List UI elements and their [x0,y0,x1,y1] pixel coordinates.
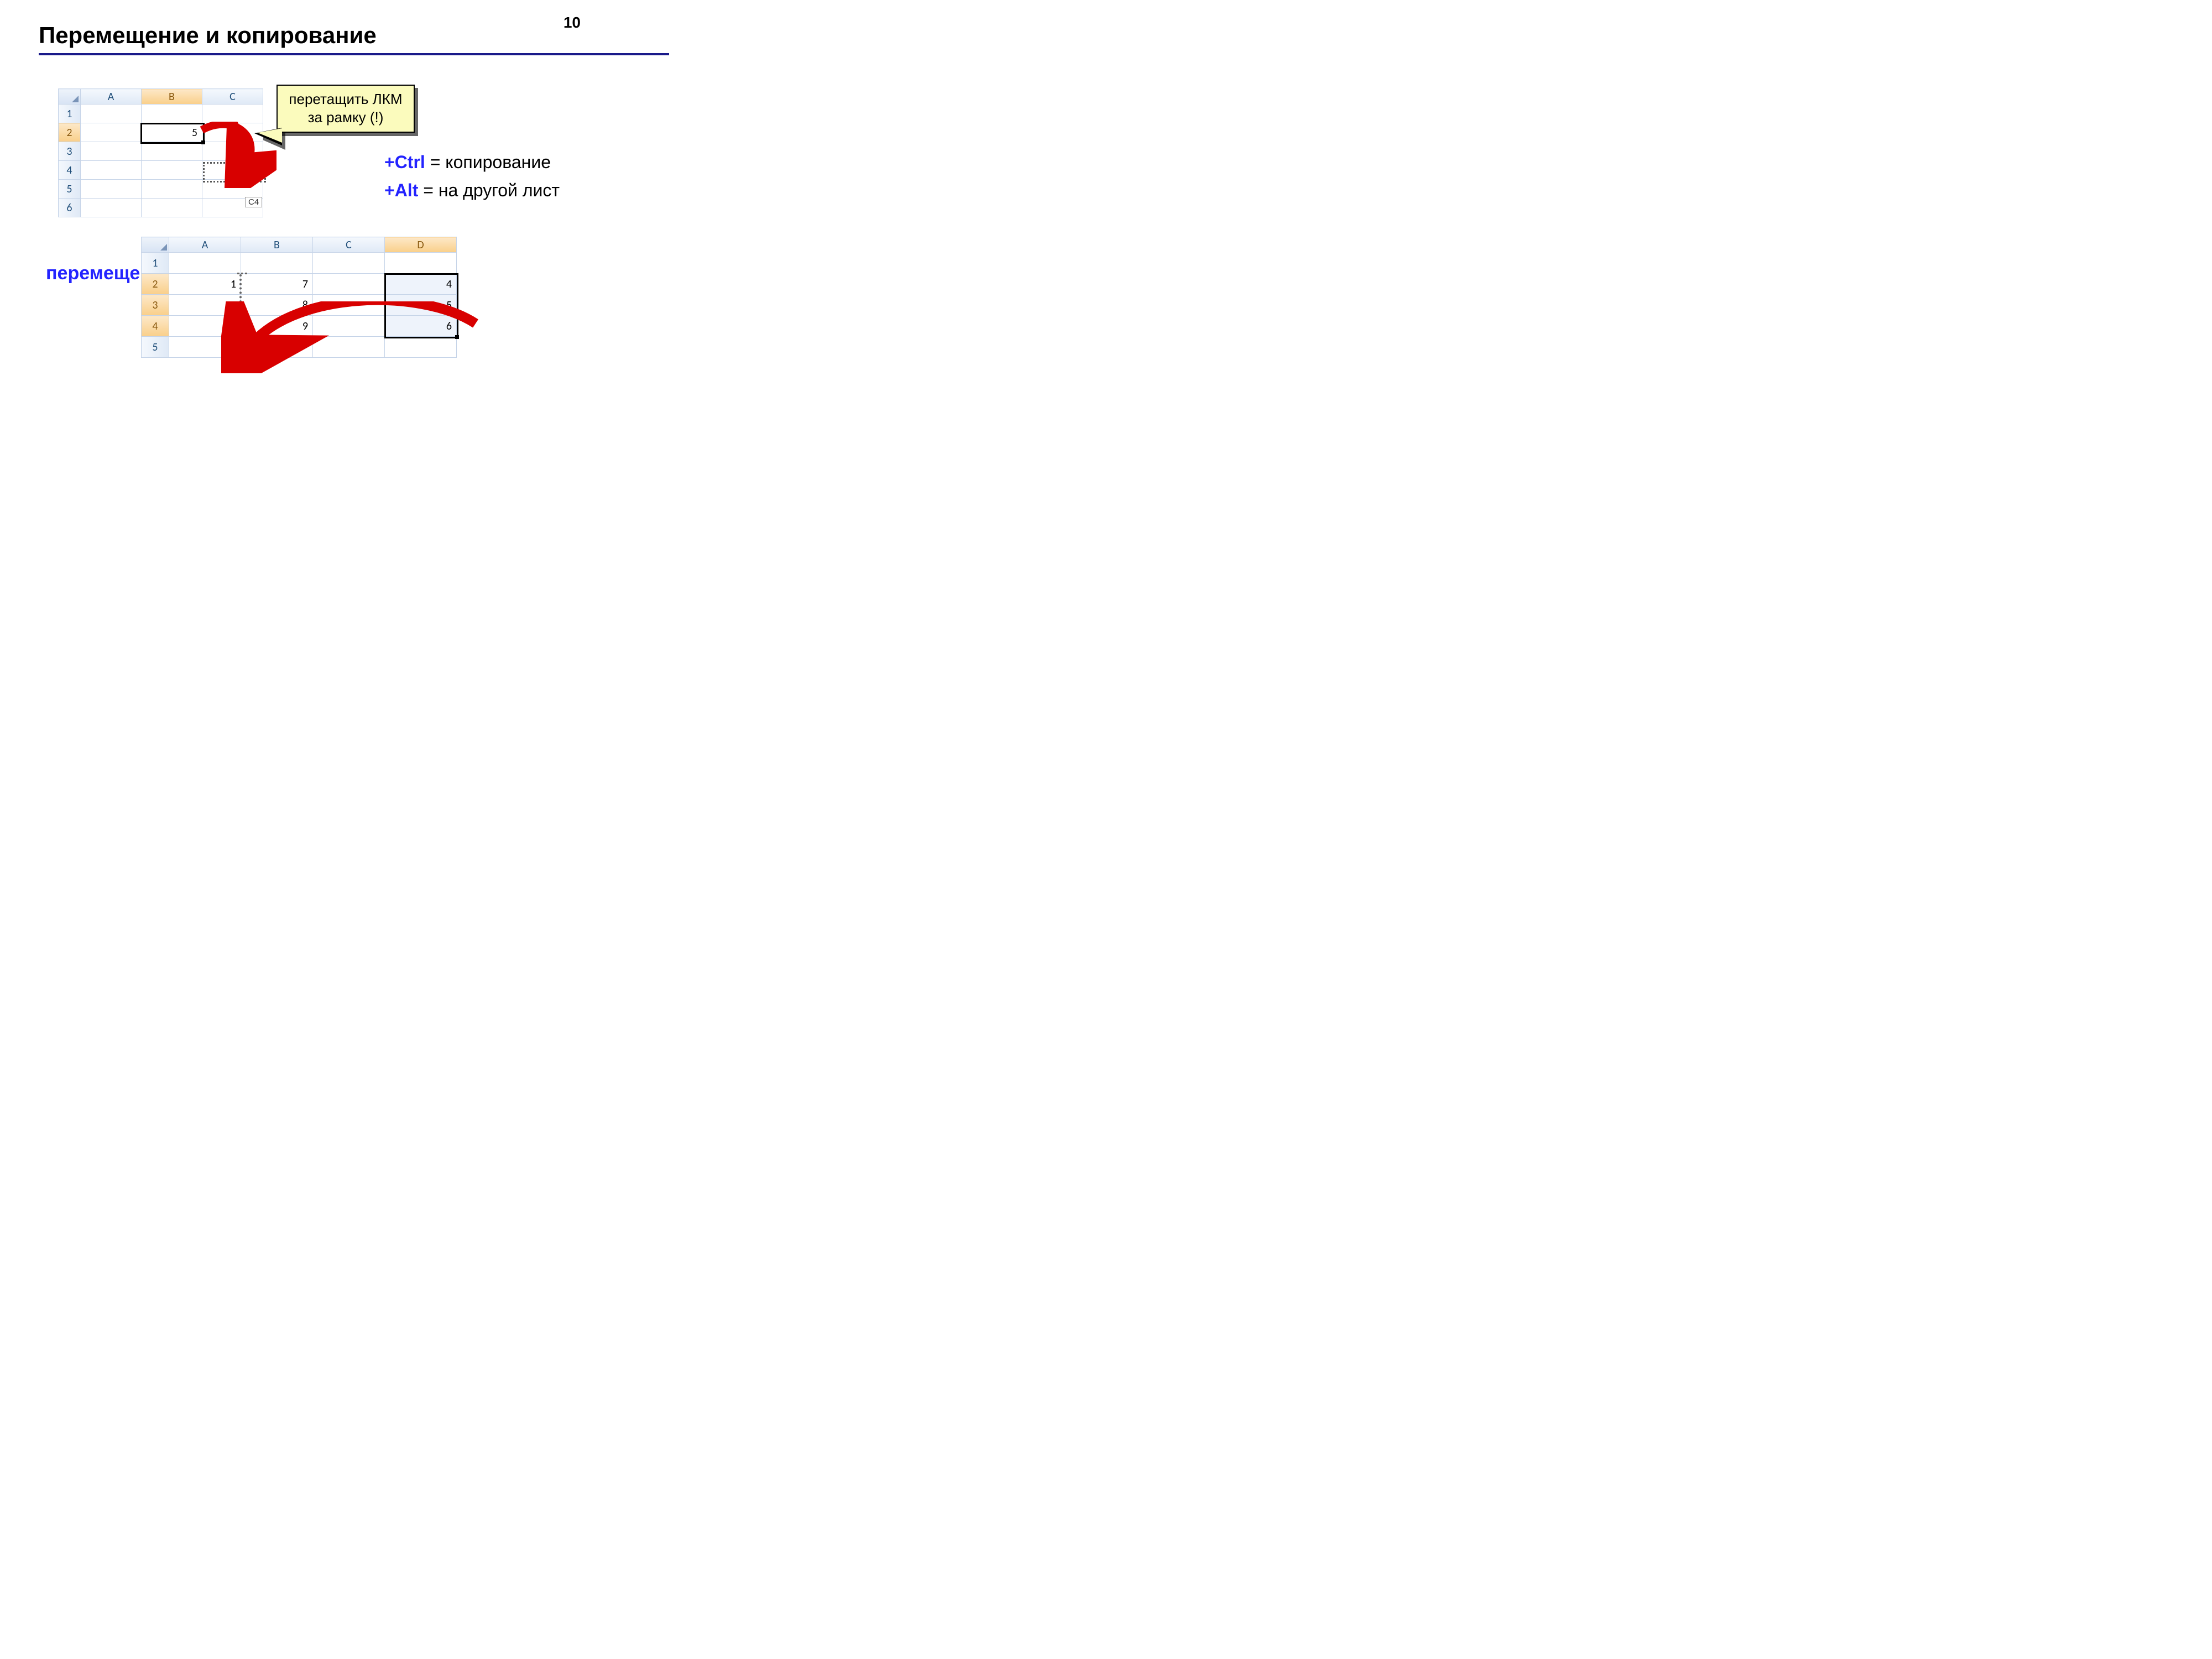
grid2-col-D[interactable]: D [385,237,457,253]
callout-line1: перетащить ЛКМ [283,90,408,108]
grid2-row-3[interactable]: 3 [142,295,169,316]
grid1-cell[interactable] [142,199,202,217]
grid1-cellref-tooltip: C4 [245,197,262,207]
grid2-cell[interactable]: 3 [169,316,241,337]
grid1-cell[interactable] [202,142,263,161]
grid1-cell[interactable] [142,142,202,161]
callout-line2: за рамку (!) [283,108,408,127]
callout-box: перетащить ЛКМ за рамку (!) [276,85,415,133]
grid1-cell[interactable] [202,105,263,123]
grid1-table: A B C 1 2 5 3 4 5 6 [58,88,263,217]
alt-hint: +Alt = на другой лист [384,180,560,201]
grid2-cell[interactable] [313,253,385,274]
grid2-row-2[interactable]: 2 [142,274,169,295]
alt-desc: = на другой лист [418,180,560,200]
grid1-row-2[interactable]: 2 [59,123,81,142]
grid2-cell[interactable]: 6 [385,316,457,337]
grid1-cell[interactable] [81,123,142,142]
grid1-row-1[interactable]: 1 [59,105,81,123]
grid2-cell[interactable] [385,337,457,358]
grid2-table: A B C D 1 2 1 7 4 3 2 8 5 [141,237,457,358]
modifier-hints: +Ctrl = копирование +Alt = на другой лис… [384,152,560,208]
grid2-cell[interactable]: 7 [241,274,313,295]
grid2-col-A[interactable]: A [169,237,241,253]
grid2-cell[interactable]: 8 [241,295,313,316]
grid1-cell[interactable] [81,142,142,161]
ctrl-hint: +Ctrl = копирование [384,152,560,173]
grid2-row-4[interactable]: 4 [142,316,169,337]
grid2-col-B[interactable]: B [241,237,313,253]
grid1-row-6[interactable]: 6 [59,199,81,217]
grid2-cellref-tooltip: B2:B4 [245,349,274,360]
ctrl-key: +Ctrl [384,152,425,172]
grid1-cell[interactable] [81,161,142,180]
grid2-corner[interactable] [142,237,169,253]
grid2-row-1[interactable]: 1 [142,253,169,274]
grid1-cell[interactable] [142,180,202,199]
grid1-cell[interactable] [202,180,263,199]
title-underline [39,53,669,55]
excel-grid-1: A B C 1 2 5 3 4 5 6 C4 [58,88,263,217]
grid1-row-3[interactable]: 3 [59,142,81,161]
grid2-cell[interactable] [385,253,457,274]
grid2-cell[interactable]: 4 [385,274,457,295]
excel-grid-2: A B C D 1 2 1 7 4 3 2 8 5 [141,237,457,358]
grid2-cell[interactable] [169,253,241,274]
page-number: 10 [564,14,581,32]
grid2-cell[interactable]: 5 [385,295,457,316]
grid1-corner[interactable] [59,89,81,105]
grid1-cell[interactable] [142,161,202,180]
grid1-row-4[interactable]: 4 [59,161,81,180]
grid2-col-C[interactable]: C [313,237,385,253]
grid2-cell[interactable] [241,253,313,274]
grid2-cell[interactable]: 2 [169,295,241,316]
callout: перетащить ЛКМ за рамку (!) [276,85,415,133]
grid1-cell[interactable] [142,105,202,123]
grid2-cell[interactable] [313,274,385,295]
grid2-cell[interactable]: 1 [169,274,241,295]
grid2-row-5[interactable]: 5 [142,337,169,358]
grid1-row-5[interactable]: 5 [59,180,81,199]
grid1-col-A[interactable]: A [81,89,142,105]
grid2-cell[interactable] [313,295,385,316]
grid2-cell[interactable] [313,316,385,337]
grid1-col-B[interactable]: B [142,89,202,105]
alt-key: +Alt [384,180,418,200]
grid1-cell[interactable] [202,123,263,142]
ctrl-desc: = копирование [425,152,551,172]
grid2-cell[interactable] [169,337,241,358]
grid1-cell[interactable] [81,199,142,217]
grid1-cell[interactable] [202,161,263,180]
grid1-cell[interactable] [81,105,142,123]
grid2-cell[interactable]: 9 [241,316,313,337]
grid1-col-C[interactable]: C [202,89,263,105]
grid1-cell[interactable] [81,180,142,199]
grid1-selected-cell[interactable]: 5 [142,123,202,142]
grid2-cell[interactable] [313,337,385,358]
